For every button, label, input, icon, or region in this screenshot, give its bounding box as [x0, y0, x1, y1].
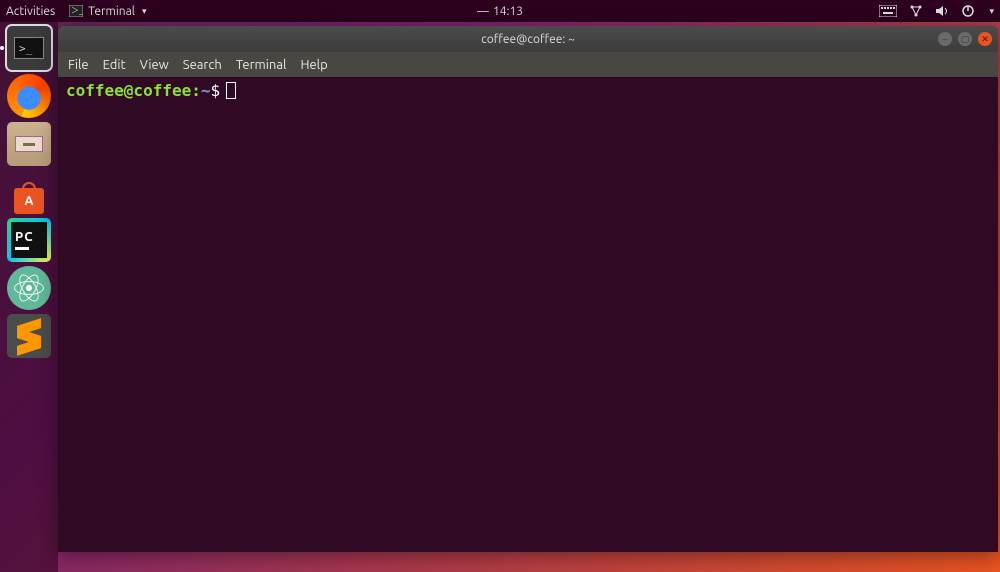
clock[interactable]: — 14:13 [477, 5, 523, 18]
window-close-button[interactable]: ✕ [978, 32, 992, 46]
terminal-window: coffee@coffee: ~ – ▢ ✕ File Edit View Se… [58, 26, 998, 552]
network-icon[interactable] [909, 4, 923, 18]
dock-app-pycharm[interactable]: PC [7, 218, 51, 262]
volume-icon[interactable] [935, 4, 949, 18]
terminal-icon: >_ [14, 37, 44, 59]
chevron-down-icon: ▾ [989, 6, 994, 17]
svg-text:＞_: ＞_ [71, 6, 83, 15]
terminal-menubar: File Edit View Search Terminal Help [58, 52, 998, 77]
dock-app-software[interactable]: A [7, 170, 51, 214]
prompt-sep: : [191, 81, 201, 100]
files-icon [15, 136, 43, 152]
prompt-path: ~ [201, 81, 211, 100]
clock-separator-icon: — [477, 5, 489, 18]
menu-help[interactable]: Help [300, 58, 327, 72]
pycharm-icon: PC [11, 222, 47, 258]
window-maximize-button[interactable]: ▢ [958, 32, 972, 46]
dock-app-sublime[interactable] [7, 314, 51, 358]
current-app-label: Terminal [88, 5, 135, 18]
menu-edit[interactable]: Edit [103, 58, 126, 72]
panel-left-group: Activities ＞_ Terminal ▾ [6, 5, 146, 18]
power-icon[interactable] [961, 4, 975, 18]
prompt-userhost: coffee@coffee [66, 81, 191, 100]
window-title: coffee@coffee: ~ [481, 33, 575, 46]
dock-app-firefox[interactable] [7, 74, 51, 118]
menu-view[interactable]: View [140, 58, 169, 72]
terminal-cursor [226, 82, 236, 99]
system-status-area[interactable]: ▾ [879, 4, 994, 18]
menu-search[interactable]: Search [183, 58, 222, 72]
dock-app-atom[interactable] [7, 266, 51, 310]
menu-terminal[interactable]: Terminal [236, 58, 287, 72]
terminal-body[interactable]: coffee@coffee:~$ [58, 77, 998, 552]
dock-app-files[interactable] [7, 122, 51, 166]
window-controls: – ▢ ✕ [938, 32, 992, 46]
window-minimize-button[interactable]: – [938, 32, 952, 46]
shopping-bag-icon: A [14, 188, 44, 214]
current-app-menu[interactable]: ＞_ Terminal ▾ [69, 5, 146, 18]
prompt-dollar: $ [211, 81, 221, 100]
clock-time: 14:13 [493, 5, 523, 18]
top-panel: Activities ＞_ Terminal ▾ — 14:13 ▾ [0, 0, 1000, 22]
menu-file[interactable]: File [68, 58, 89, 72]
terminal-small-icon: ＞_ [69, 5, 83, 17]
launcher-dock: >_ A PC [0, 22, 58, 572]
activities-button[interactable]: Activities [6, 5, 55, 18]
chevron-down-icon: ▾ [142, 6, 147, 17]
dock-app-terminal[interactable]: >_ [7, 26, 51, 70]
window-titlebar[interactable]: coffee@coffee: ~ – ▢ ✕ [58, 26, 998, 52]
sublime-icon [17, 322, 41, 350]
keyboard-indicator-icon[interactable] [879, 5, 897, 17]
